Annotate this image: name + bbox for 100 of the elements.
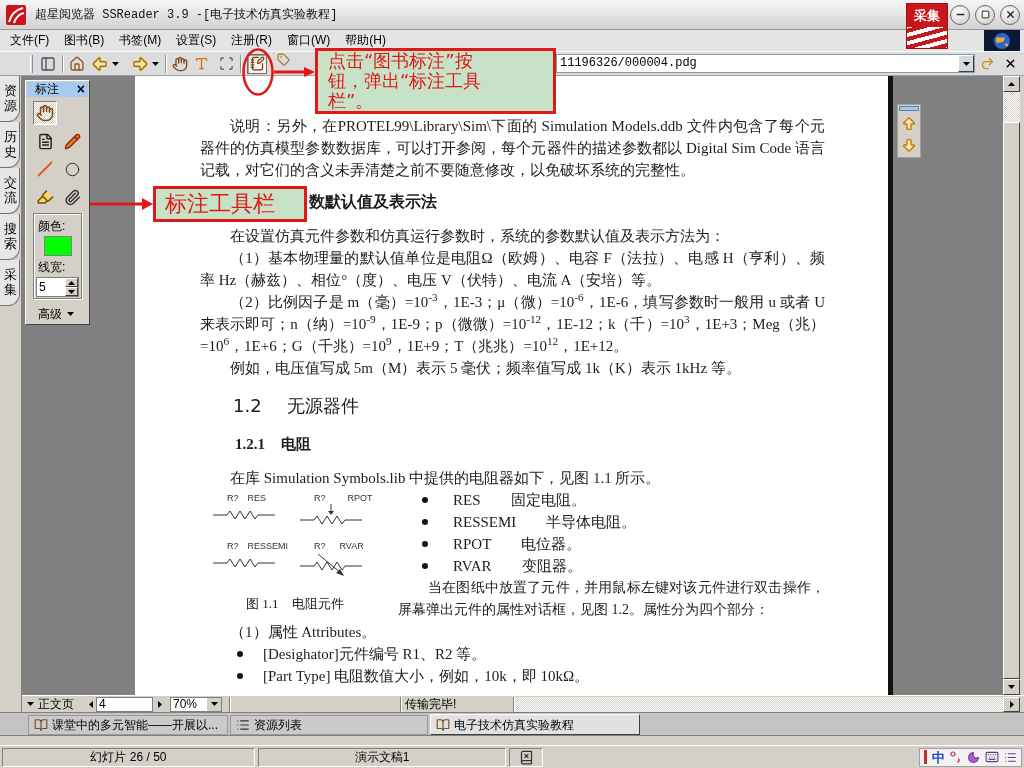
scroll-down-button[interactable] [1003, 679, 1020, 695]
spin-down-button[interactable] [65, 287, 78, 296]
symbol-label: R? [314, 541, 326, 551]
page-field[interactable]: 4 [96, 696, 153, 712]
close-icon [1004, 9, 1016, 20]
tag-icon [276, 53, 290, 66]
zoom-field[interactable]: 70% [170, 696, 222, 712]
restore-button[interactable] [975, 4, 995, 25]
callout-arrow [90, 198, 153, 210]
page-down-button[interactable] [900, 136, 918, 154]
restore-icon [980, 10, 990, 19]
close-button[interactable]: × [76, 82, 85, 97]
menu-item[interactable]: 窗口(W) [281, 31, 337, 50]
spin-up-button[interactable] [65, 278, 78, 287]
keyboard-icon [985, 750, 999, 764]
section-title: 无源器件 [286, 394, 359, 418]
caret-down-icon [210, 702, 218, 706]
side-tab[interactable]: 历史 [0, 122, 20, 168]
section-heading: 数默认值及表示法 [309, 191, 438, 213]
text-select-icon [193, 56, 209, 71]
side-tab[interactable]: 交流 [0, 168, 20, 214]
arrow-left-icon [91, 54, 109, 73]
menu-item[interactable]: 文件(F) [4, 31, 56, 50]
paragraph: 在设置仿真元件参数和仿真运行参数时，系统的参数默认值及表示方法为： [229, 227, 726, 246]
document-tab[interactable]: 资源列表 [230, 715, 428, 735]
side-tab[interactable]: 资源 [0, 76, 20, 122]
advanced-dropdown[interactable]: 高级 [38, 306, 74, 322]
window-icon [40, 55, 56, 72]
paperclip-icon [63, 188, 81, 206]
list-term: RES [453, 491, 481, 510]
resistor-symbol [213, 558, 275, 568]
arrow-down-icon [901, 137, 917, 153]
figure-caption: 图 1.1 电阻元件 [246, 595, 345, 613]
minimize-button[interactable] [950, 4, 970, 25]
pencil-icon [63, 132, 81, 150]
circle-icon [64, 161, 80, 177]
list-description: 变阻器。 [521, 557, 582, 576]
line-width-field[interactable]: 5 [36, 277, 79, 297]
caret-down-icon [152, 61, 159, 66]
moon-icon [967, 750, 980, 764]
document-tab[interactable]: 课堂中的多元智能——开展以... [28, 715, 228, 735]
document-tab[interactable]: 电子技术仿真实验教程 [430, 714, 640, 735]
scroll-right-button[interactable] [1003, 696, 1020, 712]
paragraph: （1）基本物理量的默认值单位是电阻Ω（欧姆）、电容 F（法拉）、电感 H（亨利）、频率 Hz（赫兹）、相位°（度）、电压 V（伏特）、电流 A（安培）等。 [200, 249, 825, 290]
menu-item[interactable]: 书签(M) [113, 31, 168, 50]
scroll-up-button[interactable] [1003, 76, 1020, 92]
region-select-icon [218, 56, 234, 71]
drag-handle[interactable] [899, 106, 919, 111]
paragraph: 在库 Simulation Symbols.lib 中提供的电阻器如下，见图 1.1 所示。 [229, 469, 662, 488]
curved-arrow-icon [979, 56, 995, 71]
symbol-label: R? [227, 541, 239, 551]
notepad-pen-icon [249, 56, 265, 71]
hand-tool-button[interactable] [33, 101, 57, 125]
symbol-label: R? [227, 493, 239, 503]
page-type-dropdown[interactable]: 正文页 [25, 696, 87, 712]
tag-button[interactable] [276, 53, 290, 66]
paragraph: 说明：另外，在PROTEL99\Library\Sim\下面的 Simulation Models.ddb 文件内包含了每个元器件的仿真模型参数数据库，可以打开参阅，每个元器件的描述参数都以 Digital Sim Code 语言记载，对它们的含义未弄清楚之前不要随意修改，以免破坏系统的完整性。 [200, 117, 825, 180]
symbol-label: RPOT [347, 493, 373, 503]
caret-down-icon [68, 289, 75, 294]
highlighter-icon [36, 188, 54, 206]
zoom-dropdown-button[interactable] [207, 697, 221, 711]
menu-item[interactable]: 注册(R) [225, 31, 278, 50]
status-message: 传输完毕! [405, 696, 458, 712]
address-dropdown-button[interactable] [958, 55, 974, 72]
handle-icon [924, 750, 927, 764]
caret-down-icon [112, 61, 119, 66]
list-term: RESSEMI [453, 513, 517, 532]
close-button[interactable] [1000, 4, 1020, 25]
annotate-button[interactable] [247, 53, 267, 74]
color-label: 颜色: [38, 219, 66, 233]
panel-title: 标注 [35, 82, 59, 97]
callout-box: 标注工具栏 [153, 186, 307, 222]
line-icon [37, 161, 53, 177]
bullet-icon [237, 673, 243, 679]
window-title: 超星阅览器 SSReader 3.9 -[电子技术仿真实验教程] [35, 6, 338, 24]
subsection-number: 1.2.1 [235, 435, 265, 454]
logo-badge: 采集 [906, 3, 948, 49]
line-width-label: 线宽: [38, 260, 66, 274]
menu-item[interactable]: 帮助(H) [339, 31, 392, 50]
globe-logo-icon [984, 30, 1020, 51]
color-swatch[interactable] [43, 236, 72, 256]
list-description: 电位器。 [521, 535, 582, 554]
list-term: RPOT [453, 535, 492, 554]
address-field[interactable]: 11196326/000004.pdg [556, 54, 975, 73]
ime-mode-indicator: 中 [932, 749, 945, 765]
list-description: 固定电阻。 [510, 491, 586, 510]
side-tab[interactable]: 采集 [0, 260, 20, 306]
side-tab[interactable]: 搜索 [0, 214, 20, 260]
bullet-icon [422, 563, 428, 569]
hand-icon [172, 55, 188, 72]
list-term: RVAR [453, 557, 492, 576]
menu-item[interactable]: 设置(S) [170, 31, 223, 50]
page-up-button[interactable] [900, 115, 918, 133]
caret-up-icon [68, 280, 75, 285]
caret-down-icon [962, 61, 970, 66]
resistor-symbol [300, 553, 362, 577]
callout-arrow [274, 67, 315, 77]
symbol-label: R? [314, 493, 326, 503]
bullet-icon [422, 541, 428, 547]
menu-item[interactable]: 图书(B) [58, 31, 111, 50]
